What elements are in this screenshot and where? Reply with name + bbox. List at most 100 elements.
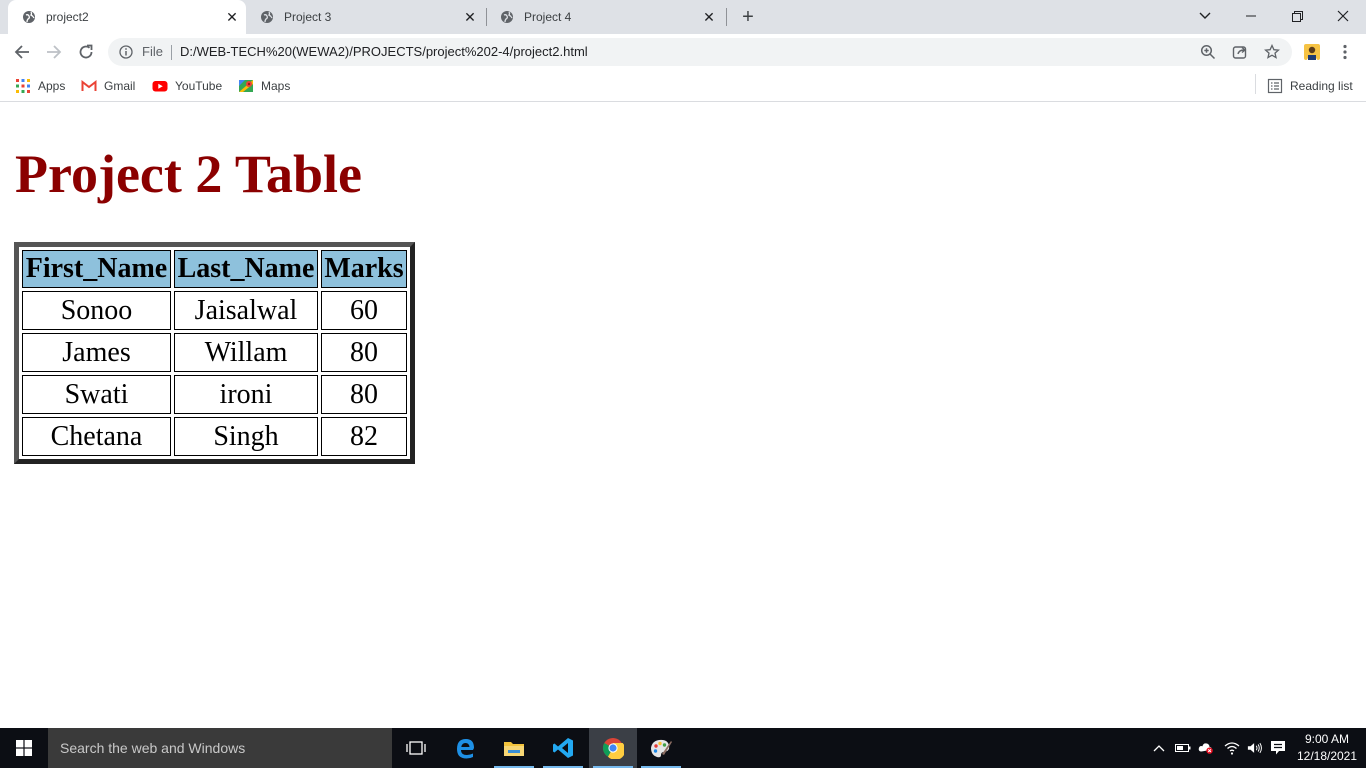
- page-title: Project 2 Table: [15, 144, 362, 204]
- table-header-row: First_Name Last_Name Marks: [22, 250, 407, 288]
- task-view-button[interactable]: [392, 728, 440, 768]
- bookmark-maps[interactable]: Maps: [238, 77, 290, 95]
- address-divider: [171, 45, 172, 60]
- action-center-button[interactable]: [1270, 740, 1286, 756]
- table-row: Chetana Singh 82: [22, 417, 407, 456]
- table-cell: Willam: [174, 333, 318, 372]
- taskbar-vscode[interactable]: [539, 728, 587, 768]
- bookmark-label: Gmail: [104, 79, 136, 93]
- new-tab-button[interactable]: +: [737, 6, 759, 28]
- column-header: Last_Name: [174, 250, 318, 288]
- folder-icon: [504, 742, 524, 756]
- close-tab-icon[interactable]: ✕: [701, 9, 717, 25]
- table-cell: 60: [321, 291, 407, 330]
- tab-project2[interactable]: project2 ✕: [8, 0, 246, 34]
- task-view-icon: [406, 741, 426, 755]
- bookmarks-separator: [1255, 74, 1256, 94]
- star-icon[interactable]: [1264, 44, 1280, 60]
- table-row: Swati ironi 80: [22, 375, 407, 414]
- bookmarks-bar: Apps Gmail YouTube Maps Reading list: [0, 70, 1366, 102]
- table-cell: 80: [321, 333, 407, 372]
- reading-list-button[interactable]: Reading list: [1267, 77, 1353, 95]
- chrome-icon: [602, 738, 624, 759]
- taskbar: Search the web and Windows 9:00 AM 12/18…: [0, 728, 1366, 768]
- globe-icon: [23, 11, 35, 23]
- table-cell: James: [22, 333, 171, 372]
- clock-date: 12/18/2021: [1296, 749, 1358, 763]
- address-bar[interactable]: File D:/WEB-TECH%20(WEWA2)/PROJECTS/proj…: [108, 38, 1292, 66]
- clock-time: 9:00 AM: [1304, 732, 1350, 746]
- kebab-menu-icon: [1343, 44, 1347, 60]
- table-cell: Sonoo: [22, 291, 171, 330]
- globe-icon: [501, 11, 513, 23]
- taskbar-chrome[interactable]: [589, 728, 637, 768]
- cloud-tray[interactable]: [1198, 740, 1214, 756]
- tab-title: Project 4: [524, 10, 572, 24]
- table-cell: Chetana: [22, 417, 171, 456]
- wifi-tray[interactable]: [1224, 740, 1240, 756]
- tab-title: project2: [46, 10, 89, 24]
- tab-strip: project2 ✕ Project 3 ✕ Project 4 ✕ +: [0, 0, 1366, 34]
- url-text[interactable]: D:/WEB-TECH%20(WEWA2)/PROJECTS/project%2…: [180, 44, 588, 59]
- minimize-icon: [1246, 15, 1256, 17]
- reload-icon: [79, 44, 93, 59]
- share-icon[interactable]: [1232, 44, 1248, 60]
- forward-button[interactable]: [42, 40, 66, 64]
- bookmark-youtube[interactable]: YouTube: [152, 77, 222, 95]
- taskbar-paint[interactable]: [637, 728, 685, 768]
- edge-icon: [457, 739, 474, 759]
- taskbar-clock[interactable]: 9:00 AM 12/18/2021: [1292, 731, 1362, 765]
- info-icon[interactable]: [119, 45, 133, 59]
- bookmark-apps[interactable]: Apps: [15, 77, 65, 95]
- paint-palette-icon: [651, 739, 672, 758]
- close-window-button[interactable]: [1320, 0, 1366, 32]
- start-button[interactable]: [0, 728, 48, 768]
- windows-logo-icon: [16, 740, 32, 756]
- table-cell: ironi: [174, 375, 318, 414]
- tab-project3[interactable]: Project 3 ✕: [246, 0, 486, 34]
- table-cell: Jaisalwal: [174, 291, 318, 330]
- page-content: Project 2 Table First_Name Last_Name Mar…: [0, 103, 1366, 728]
- taskbar-edge[interactable]: [441, 728, 489, 768]
- back-button[interactable]: [10, 40, 34, 64]
- close-tab-icon[interactable]: ✕: [462, 9, 478, 25]
- battery-tray[interactable]: [1175, 740, 1191, 756]
- table-cell: 82: [321, 417, 407, 456]
- taskbar-search-box[interactable]: Search the web and Windows: [48, 728, 392, 768]
- taskbar-file-explorer[interactable]: [490, 728, 538, 768]
- volume-tray[interactable]: [1247, 740, 1263, 756]
- menu-button[interactable]: [1335, 42, 1355, 62]
- show-hidden-icons-button[interactable]: [1151, 740, 1167, 756]
- arrow-right-icon: [47, 45, 62, 59]
- browser-toolbar: File D:/WEB-TECH%20(WEWA2)/PROJECTS/proj…: [0, 34, 1366, 70]
- data-table: First_Name Last_Name Marks Sonoo Jaisalw…: [14, 242, 415, 464]
- close-tab-icon[interactable]: ✕: [224, 9, 240, 25]
- bookmark-label: YouTube: [175, 79, 223, 93]
- table-cell: 80: [321, 375, 407, 414]
- zoom-icon[interactable]: [1200, 44, 1216, 60]
- bookmark-gmail[interactable]: Gmail: [81, 77, 135, 95]
- wifi-icon: [1224, 742, 1240, 755]
- restore-button[interactable]: [1274, 0, 1320, 32]
- tab-separator: [726, 8, 727, 26]
- column-header: Marks: [321, 250, 407, 288]
- table-cell: Singh: [174, 417, 318, 456]
- bookmark-label: Apps: [38, 79, 66, 93]
- maps-icon: [239, 80, 253, 92]
- battery-icon: [1175, 744, 1191, 752]
- tab-project4[interactable]: Project 4 ✕: [486, 0, 726, 34]
- scheme-label: File: [142, 44, 163, 59]
- chevron-up-icon: [1153, 745, 1165, 752]
- profile-avatar[interactable]: [1302, 42, 1322, 62]
- table-row: Sonoo Jaisalwal 60: [22, 291, 407, 330]
- apps-grid-icon: [16, 79, 30, 93]
- minimize-button[interactable]: [1228, 0, 1274, 32]
- reading-list-label: Reading list: [1290, 79, 1353, 93]
- notification-icon: [1271, 741, 1285, 755]
- tab-search-button[interactable]: [1182, 0, 1228, 32]
- cloud-error-icon: [1198, 743, 1213, 754]
- table-cell: Swati: [22, 375, 171, 414]
- gmail-icon: [81, 79, 97, 91]
- bookmark-label: Maps: [261, 79, 291, 93]
- reload-button[interactable]: [74, 40, 98, 64]
